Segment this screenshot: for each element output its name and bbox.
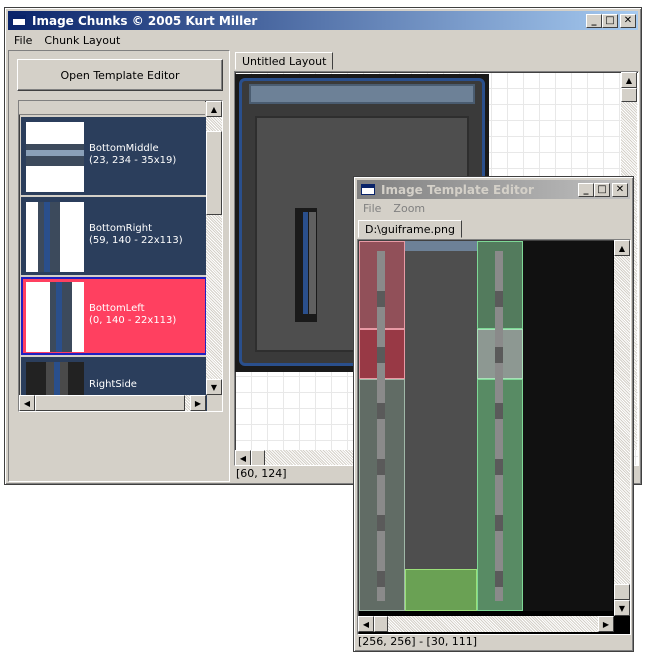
scroll-up-icon[interactable]: ▲ <box>614 240 630 256</box>
scroll-down-icon[interactable]: ▼ <box>614 600 630 616</box>
main-status-text: [60, 124] <box>236 467 287 480</box>
chunk-list-hscroll[interactable]: ◀ ▶ <box>19 395 206 411</box>
editor-status-text: [256, 256] - [30, 111] <box>358 635 478 648</box>
chunk-info: (59, 140 - 22x113) <box>89 235 183 246</box>
menu-file[interactable]: File <box>8 34 38 47</box>
scroll-thumb[interactable] <box>35 395 185 411</box>
chunk-info: (0, 140 - 22x113) <box>89 315 177 326</box>
minimize-icon[interactable]: _ <box>578 182 594 197</box>
scroll-thumb[interactable] <box>614 584 630 600</box>
scroll-thumb[interactable] <box>374 616 388 632</box>
chunk-name: BottomRight <box>89 223 153 234</box>
chunk-item-bottommiddle[interactable]: BottomMiddle (23, 234 - 35x19) <box>21 117 207 195</box>
close-icon[interactable]: ✕ <box>620 13 636 28</box>
scroll-thumb[interactable] <box>621 88 637 102</box>
editor-canvas[interactable]: ▲ ▼ ◀ ▶ <box>357 239 631 635</box>
scroll-left-icon[interactable]: ◀ <box>235 450 251 465</box>
scroll-left-icon[interactable]: ◀ <box>358 616 374 632</box>
tab-guiframe[interactable]: D:\guiframe.png <box>358 220 462 238</box>
main-menubar: File Chunk Layout <box>8 31 638 49</box>
template-image <box>359 241 613 611</box>
window-icon <box>361 184 375 195</box>
main-window-title: Image Chunks © 2005 Kurt Miller <box>32 13 258 28</box>
scroll-thumb[interactable] <box>206 131 222 215</box>
column-ridge-left <box>377 251 385 601</box>
chunk-thumbnail <box>26 122 84 192</box>
center-panel <box>405 241 477 611</box>
editor-menu-zoom[interactable]: Zoom <box>387 202 431 215</box>
close-icon[interactable]: ✕ <box>612 182 628 197</box>
top-strip <box>405 241 477 251</box>
maximize-icon[interactable]: □ <box>594 182 610 197</box>
editor-window: Image Template Editor _ □ ✕ File Zoom D:… <box>353 176 634 652</box>
chunk-list-header <box>19 101 205 115</box>
tab-label: D:\guiframe.png <box>365 223 455 236</box>
editor-titlebar[interactable]: Image Template Editor _ □ ✕ <box>357 180 630 199</box>
minimize-icon[interactable]: _ <box>586 13 602 28</box>
window-icon <box>12 15 26 26</box>
chunk-info: (23, 234 - 35x19) <box>89 155 177 166</box>
frame-inner-chunk <box>295 208 317 322</box>
frame-top-bar <box>249 84 475 104</box>
chunk-thumbnail <box>26 202 84 272</box>
chunk-overlay-green-base <box>405 569 477 611</box>
scroll-up-icon[interactable]: ▲ <box>621 72 637 88</box>
chunk-list[interactable]: BottomMiddle (23, 234 - 35x19) BottomRig… <box>18 100 223 412</box>
left-panel: Open Template Editor BottomMiddle (23, 2… <box>8 50 230 482</box>
editor-window-title: Image Template Editor <box>381 182 534 197</box>
editor-menu-file[interactable]: File <box>357 202 387 215</box>
chunk-name: RightSide <box>89 379 137 390</box>
tab-untitled-layout[interactable]: Untitled Layout <box>235 52 334 70</box>
editor-hscroll[interactable]: ◀ ▶ <box>358 616 614 632</box>
menu-chunk-layout[interactable]: Chunk Layout <box>38 34 126 47</box>
chunk-thumbnail <box>26 282 84 352</box>
tab-label: Untitled Layout <box>242 55 327 68</box>
scroll-up-icon[interactable]: ▲ <box>206 101 222 117</box>
scroll-right-icon[interactable]: ▶ <box>190 395 206 411</box>
main-titlebar[interactable]: Image Chunks © 2005 Kurt Miller _ □ ✕ <box>8 11 638 30</box>
chunk-name: BottomMiddle <box>89 143 159 154</box>
open-template-editor-button[interactable]: Open Template Editor <box>17 59 223 91</box>
chunk-item-bottomright[interactable]: BottomRight (59, 140 - 22x113) <box>21 197 207 275</box>
scroll-down-icon[interactable]: ▼ <box>206 379 222 395</box>
editor-menubar: File Zoom <box>357 199 630 217</box>
chunk-list-vscroll[interactable]: ▲ ▼ <box>206 101 222 395</box>
maximize-icon[interactable]: □ <box>602 13 618 28</box>
scroll-thumb[interactable] <box>251 450 265 465</box>
scroll-right-icon[interactable]: ▶ <box>598 616 614 632</box>
scroll-left-icon[interactable]: ◀ <box>19 395 35 411</box>
editor-status-bar: [256, 256] - [30, 111] <box>358 634 631 650</box>
column-ridge-right <box>495 251 503 601</box>
chunk-name: BottomLeft <box>89 303 145 314</box>
editor-vscroll[interactable]: ▲ ▼ <box>614 240 630 616</box>
open-template-editor-label: Open Template Editor <box>60 68 180 82</box>
chunk-item-bottomleft[interactable]: BottomLeft (0, 140 - 22x113) <box>21 277 207 355</box>
